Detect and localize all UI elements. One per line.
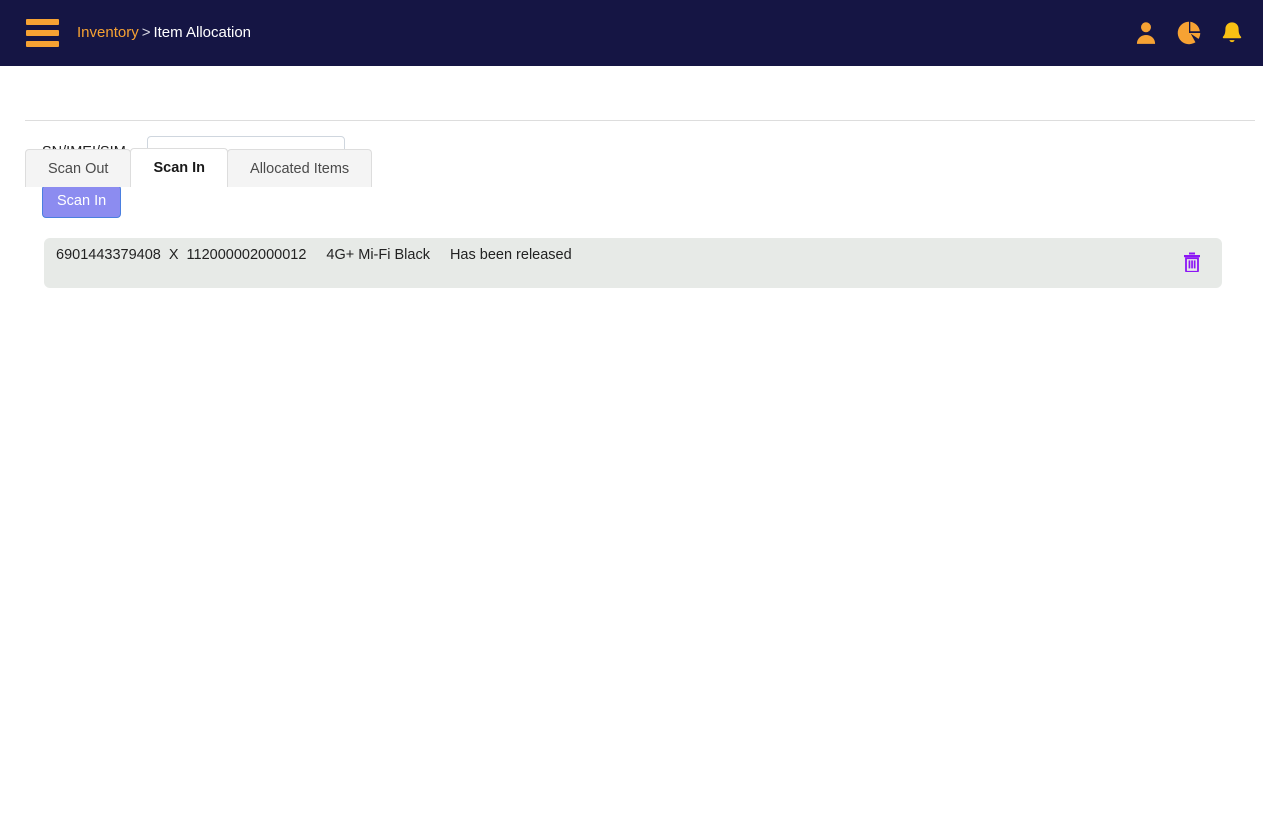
result-serial: 112000002000012 bbox=[186, 247, 307, 263]
breadcrumb-item-inventory[interactable]: Inventory bbox=[77, 24, 139, 41]
pie-chart-icon[interactable] bbox=[1176, 20, 1202, 46]
breadcrumb-item-item-allocation: Item Allocation bbox=[153, 24, 252, 41]
trash-delete-icon bbox=[1184, 252, 1200, 273]
hamburger-menu-icon[interactable] bbox=[26, 19, 59, 47]
result-marker: X bbox=[168, 247, 179, 263]
hamburger-bar-3 bbox=[26, 41, 59, 47]
bell-notification-icon[interactable] bbox=[1219, 20, 1245, 46]
header-icon-group bbox=[1133, 0, 1245, 66]
scan-in-button[interactable]: Scan In bbox=[42, 185, 122, 218]
table-row: 6901443379408 X 112000002000012 4G+ Mi-Fi B… bbox=[44, 238, 1222, 288]
tab-strip: Scan Out Scan In Allocated Items bbox=[0, 66, 1263, 187]
tab-scan-out[interactable]: Scan Out bbox=[25, 149, 132, 187]
hamburger-bar-2 bbox=[26, 30, 59, 36]
breadcrumb: Inventory > Item Allocation bbox=[77, 24, 251, 42]
tab-list: Scan Out Scan In Allocated Items bbox=[25, 148, 373, 187]
result-status: Has been released bbox=[449, 247, 572, 263]
hamburger-bar-1 bbox=[26, 19, 59, 25]
result-barcode: 6901443379408 bbox=[56, 247, 161, 263]
delete-row-button[interactable] bbox=[1183, 252, 1201, 273]
tab-scan-in[interactable]: Scan In bbox=[130, 148, 229, 187]
result-product-name: 4G+ Mi-Fi Black bbox=[326, 247, 430, 263]
scan-result-list: 6901443379408 X 112000002000012 4G+ Mi-Fi B… bbox=[44, 238, 1222, 288]
breadcrumb-separator: > bbox=[141, 24, 151, 41]
user-profile-icon[interactable] bbox=[1133, 20, 1159, 46]
scan-result-text: 6901443379408 X 112000002000012 4G+ Mi-Fi B… bbox=[56, 247, 592, 263]
tab-allocated-items[interactable]: Allocated Items bbox=[227, 149, 373, 187]
top-header-bar: Inventory > Item Allocation bbox=[0, 0, 1263, 66]
